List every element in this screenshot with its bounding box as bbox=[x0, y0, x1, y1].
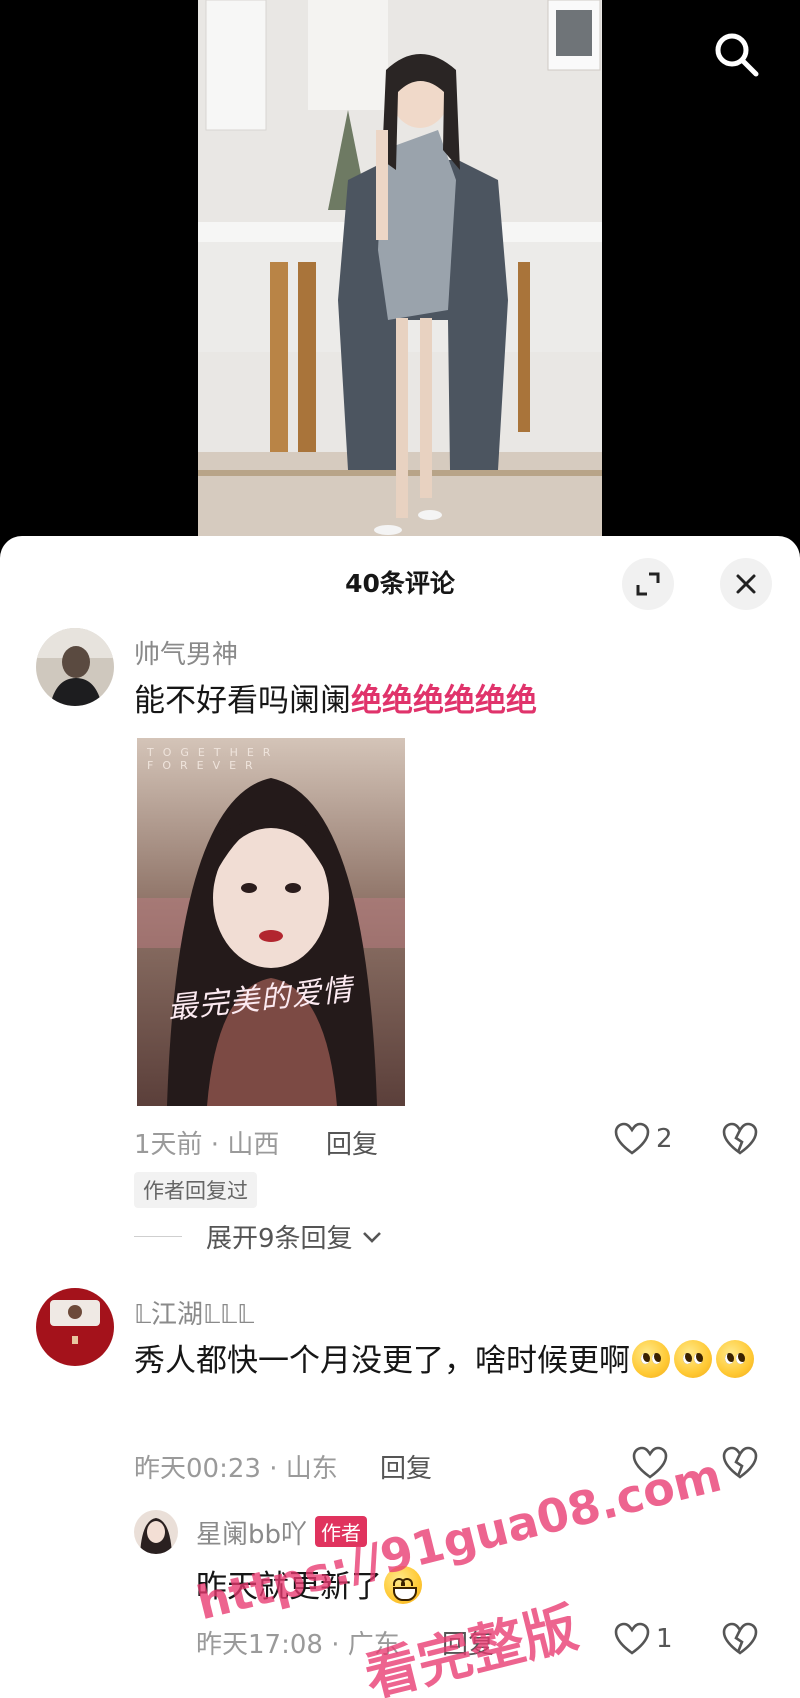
post-photo[interactable] bbox=[198, 0, 602, 540]
close-icon bbox=[736, 574, 756, 594]
expand-sheet-button[interactable] bbox=[622, 558, 674, 610]
comment-username[interactable]: 𝕃江湖𝕃𝕃𝕃 bbox=[134, 1294, 254, 1331]
avatar[interactable] bbox=[36, 1288, 114, 1366]
comment-body: 秀人都快一个月没更了，啥时候更啊 bbox=[134, 1343, 630, 1379]
dislike-button[interactable] bbox=[722, 1446, 758, 1484]
pleading-emoji-icon bbox=[632, 1340, 670, 1378]
dislike-button[interactable] bbox=[722, 1622, 758, 1660]
avatar[interactable] bbox=[36, 628, 114, 706]
pleading-emoji-icon bbox=[674, 1340, 712, 1378]
broken-heart-icon bbox=[722, 1122, 758, 1155]
search-button[interactable] bbox=[706, 24, 766, 84]
poster-top-text: TOGETHER FOREVER bbox=[147, 746, 280, 772]
comment-body: 能不好看吗阑阑 bbox=[134, 683, 351, 719]
like-button[interactable]: 2 bbox=[614, 1122, 673, 1156]
comment-meta: 昨天00:23 · 山东 bbox=[134, 1454, 338, 1484]
search-icon bbox=[715, 33, 759, 77]
comment-username[interactable]: 帅气男神 bbox=[134, 634, 238, 671]
media-viewer bbox=[0, 0, 800, 540]
comment-text: 秀人都快一个月没更了，啥时候更啊 bbox=[134, 1334, 764, 1388]
heart-icon bbox=[614, 1622, 650, 1655]
close-sheet-button[interactable] bbox=[720, 558, 772, 610]
like-count: 2 bbox=[656, 1124, 673, 1154]
reply-button[interactable]: 回复 bbox=[380, 1448, 432, 1485]
comment-highlight-text: 绝绝绝绝绝绝 bbox=[351, 683, 537, 719]
comments-count-title: 40条评论 bbox=[345, 569, 455, 598]
dislike-button[interactable] bbox=[722, 1122, 758, 1160]
like-count: 1 bbox=[656, 1624, 673, 1654]
chevron-down-icon bbox=[362, 1231, 381, 1243]
avatar[interactable] bbox=[134, 1510, 178, 1554]
expand-replies-label: 展开9条回复 bbox=[206, 1224, 353, 1254]
broken-heart-icon bbox=[722, 1446, 758, 1479]
comment-text: 能不好看吗阑阑绝绝绝绝绝绝 bbox=[134, 674, 537, 728]
like-button[interactable]: 1 bbox=[614, 1622, 673, 1656]
reply-author-name[interactable]: 星阑bb吖 bbox=[196, 1520, 307, 1550]
divider-line bbox=[134, 1236, 182, 1237]
expand-replies-button[interactable]: 展开9条回复 bbox=[134, 1218, 383, 1255]
expand-icon bbox=[636, 572, 660, 596]
reply-button[interactable]: 回复 bbox=[326, 1124, 378, 1161]
broken-heart-icon bbox=[722, 1622, 758, 1655]
author-replied-badge: 作者回复过 bbox=[134, 1172, 257, 1208]
comment-meta: 1天前 · 山西 bbox=[134, 1130, 280, 1160]
heart-icon bbox=[614, 1122, 650, 1155]
pleading-emoji-icon bbox=[716, 1340, 754, 1378]
comments-sheet: 40条评论 帅气男神 能不好看吗阑阑绝绝绝绝绝绝 TOGETHER FOREVE… bbox=[0, 536, 800, 1698]
comment-image[interactable]: TOGETHER FOREVER 最完美的爱情 bbox=[137, 738, 405, 1106]
